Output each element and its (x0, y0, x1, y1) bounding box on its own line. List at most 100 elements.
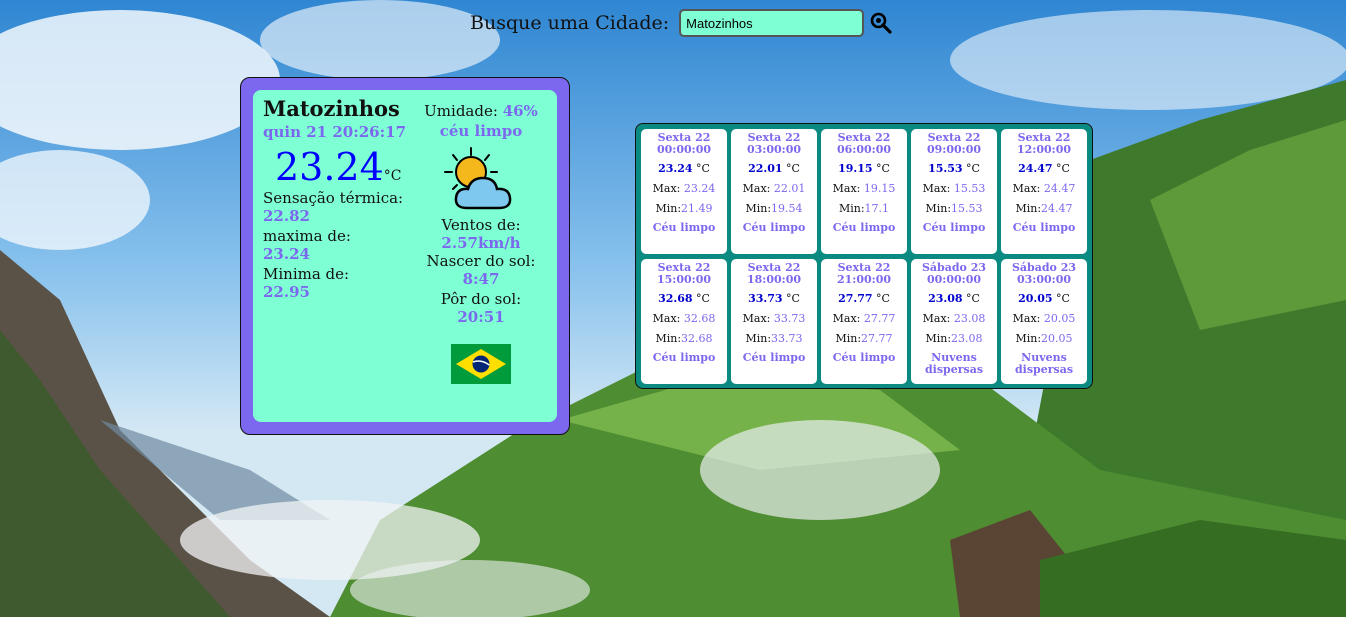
forecast-temp-unit: °C (1056, 292, 1070, 305)
forecast-max-label: Max: (922, 312, 951, 325)
sunset-value: 20:51 (457, 308, 505, 326)
forecast-temp-value: 15.53 (928, 162, 963, 175)
forecast-temp-unit: °C (966, 162, 980, 175)
forecast-temp-value: 20.05 (1018, 292, 1053, 305)
forecast-description: Céu limpo (832, 221, 896, 234)
partly-cloudy-sun-icon (444, 147, 512, 210)
search-button[interactable] (868, 10, 894, 36)
forecast-temp: 24.47 °C (1001, 162, 1087, 175)
max-label: maxima de: (263, 227, 351, 245)
forecast-description: Céu limpo (652, 351, 716, 364)
forecast-card: Sexta 22 06:00:00 19.15 °C Max: 19.15 Min:17… (821, 129, 907, 254)
forecast-temp-value: 32.68 (658, 292, 693, 305)
sunrise-label: Nascer do sol: (426, 252, 536, 270)
current-weather-left: Matozinhos quin 21 20:26:17 23.24°C Sens… (263, 96, 408, 303)
forecast-max-value: 15.53 (953, 182, 986, 195)
humidity-label: Umidade: (424, 102, 498, 120)
forecast-temp-value: 19.15 (838, 162, 873, 175)
forecast-min-label: Min: (655, 202, 682, 215)
forecast-description: Nuvens dispersas (924, 351, 984, 376)
forecast-max-value: 20.05 (1043, 312, 1076, 325)
forecast-max: Max: 23.24 (641, 182, 727, 195)
forecast-min-label: Min: (745, 332, 772, 345)
forecast-max-label: Max: (832, 182, 861, 195)
forecast-temp-value: 33.73 (748, 292, 783, 305)
current-datetime: quin 21 20:26:17 (263, 123, 407, 141)
forecast-temp-value: 24.47 (1018, 162, 1053, 175)
feels-like-value: 22.82 (263, 207, 310, 225)
forecast-temp-value: 23.08 (928, 292, 963, 305)
forecast-max-label: Max: (1012, 312, 1041, 325)
forecast-min-label: Min: (925, 332, 952, 345)
forecast-temp: 19.15 °C (821, 162, 907, 175)
forecast-max: Max: 23.08 (911, 312, 997, 325)
forecast-description: Céu limpo (652, 221, 716, 234)
forecast-date: Sexta 22 03:00:00 (731, 132, 817, 156)
forecast-max: Max: 33.73 (731, 312, 817, 325)
forecast-time: 03:00:00 (746, 143, 802, 156)
forecast-time: 21:00:00 (836, 273, 892, 286)
temperature-unit: °C (383, 168, 402, 184)
forecast-min: Min:32.68 (641, 332, 727, 345)
forecast-temp: 27.77 °C (821, 292, 907, 305)
forecast-max-label: Max: (1012, 182, 1041, 195)
forecast-time: 00:00:00 (656, 143, 712, 156)
forecast-max-label: Max: (922, 182, 951, 195)
city-search-input[interactable] (679, 9, 865, 37)
forecast-max: Max: 32.68 (641, 312, 727, 325)
forecast-min-label: Min: (835, 332, 862, 345)
forecast-min-value: 15.53 (951, 202, 983, 215)
forecast-min: Min:15.53 (911, 202, 997, 215)
forecast-min: Min:23.08 (911, 332, 997, 345)
forecast-max-label: Max: (652, 182, 681, 195)
forecast-date: Sexta 22 21:00:00 (821, 262, 907, 286)
humidity: Umidade: 46% (411, 102, 551, 120)
forecast-max: Max: 22.01 (731, 182, 817, 195)
forecast-date: Sexta 22 06:00:00 (821, 132, 907, 156)
forecast-time: 12:00:00 (1016, 143, 1072, 156)
wind-label: Ventos de: (441, 216, 521, 234)
current-temperature: 23.24°C (275, 145, 408, 189)
feels-like-label: Sensação térmica: (263, 189, 404, 207)
forecast-date: Sexta 22 18:00:00 (731, 262, 817, 286)
forecast-card: Sexta 22 00:00:00 23.24 °C Max: 23.24 Min:21… (641, 129, 727, 254)
forecast-min-label: Min: (745, 202, 772, 215)
forecast-card: Sexta 22 18:00:00 33.73 °C Max: 33.73 Min:33… (731, 259, 817, 384)
forecast-max-value: 23.08 (953, 312, 986, 325)
forecast-date: Sábado 23 00:00:00 (911, 262, 997, 286)
sunset-label: Pôr do sol: (440, 290, 522, 308)
forecast-min-value: 27.77 (861, 332, 893, 345)
forecast-temp-unit: °C (786, 292, 800, 305)
forecast-min-value: 24.47 (1041, 202, 1073, 215)
forecast-temp-unit: °C (696, 162, 710, 175)
weather-description: céu limpo (439, 122, 523, 140)
min-label: Minima de: (263, 265, 350, 283)
forecast-description: Céu limpo (832, 351, 896, 364)
forecast-temp-unit: °C (966, 292, 980, 305)
forecast-min: Min:19.54 (731, 202, 817, 215)
forecast-time: 03:00:00 (1016, 273, 1072, 286)
forecast-min-value: 17.1 (864, 202, 890, 215)
forecast-min-value: 21.49 (681, 202, 713, 215)
forecast-description: Céu limpo (742, 351, 806, 364)
forecast-max-label: Max: (832, 312, 861, 325)
max-value: 23.24 (263, 245, 310, 263)
forecast-min-label: Min: (838, 202, 865, 215)
forecast-temp: 23.24 °C (641, 162, 727, 175)
forecast-min: Min:33.73 (731, 332, 817, 345)
current-weather-right: Umidade: 46% céu limpo Ventos de: 2.57km… (411, 102, 551, 384)
forecast-max-value: 32.68 (683, 312, 716, 325)
current-weather-content: Matozinhos quin 21 20:26:17 23.24°C Sens… (253, 90, 557, 422)
forecast-max: Max: 24.47 (1001, 182, 1087, 195)
forecast-temp: 32.68 °C (641, 292, 727, 305)
forecast-min-value: 32.68 (681, 332, 713, 345)
forecast-temp: 33.73 °C (731, 292, 817, 305)
forecast-description: Céu limpo (742, 221, 806, 234)
forecast-min-label: Min: (1015, 332, 1042, 345)
brazil-flag-icon (451, 344, 511, 384)
forecast-date: Sábado 23 03:00:00 (1001, 262, 1087, 286)
forecast-card: Sexta 22 12:00:00 24.47 °C Max: 24.47 Min:24… (1001, 129, 1087, 254)
forecast-max-value: 19.15 (863, 182, 896, 195)
forecast-date: Sexta 22 15:00:00 (641, 262, 727, 286)
forecast-min-label: Min: (925, 202, 952, 215)
